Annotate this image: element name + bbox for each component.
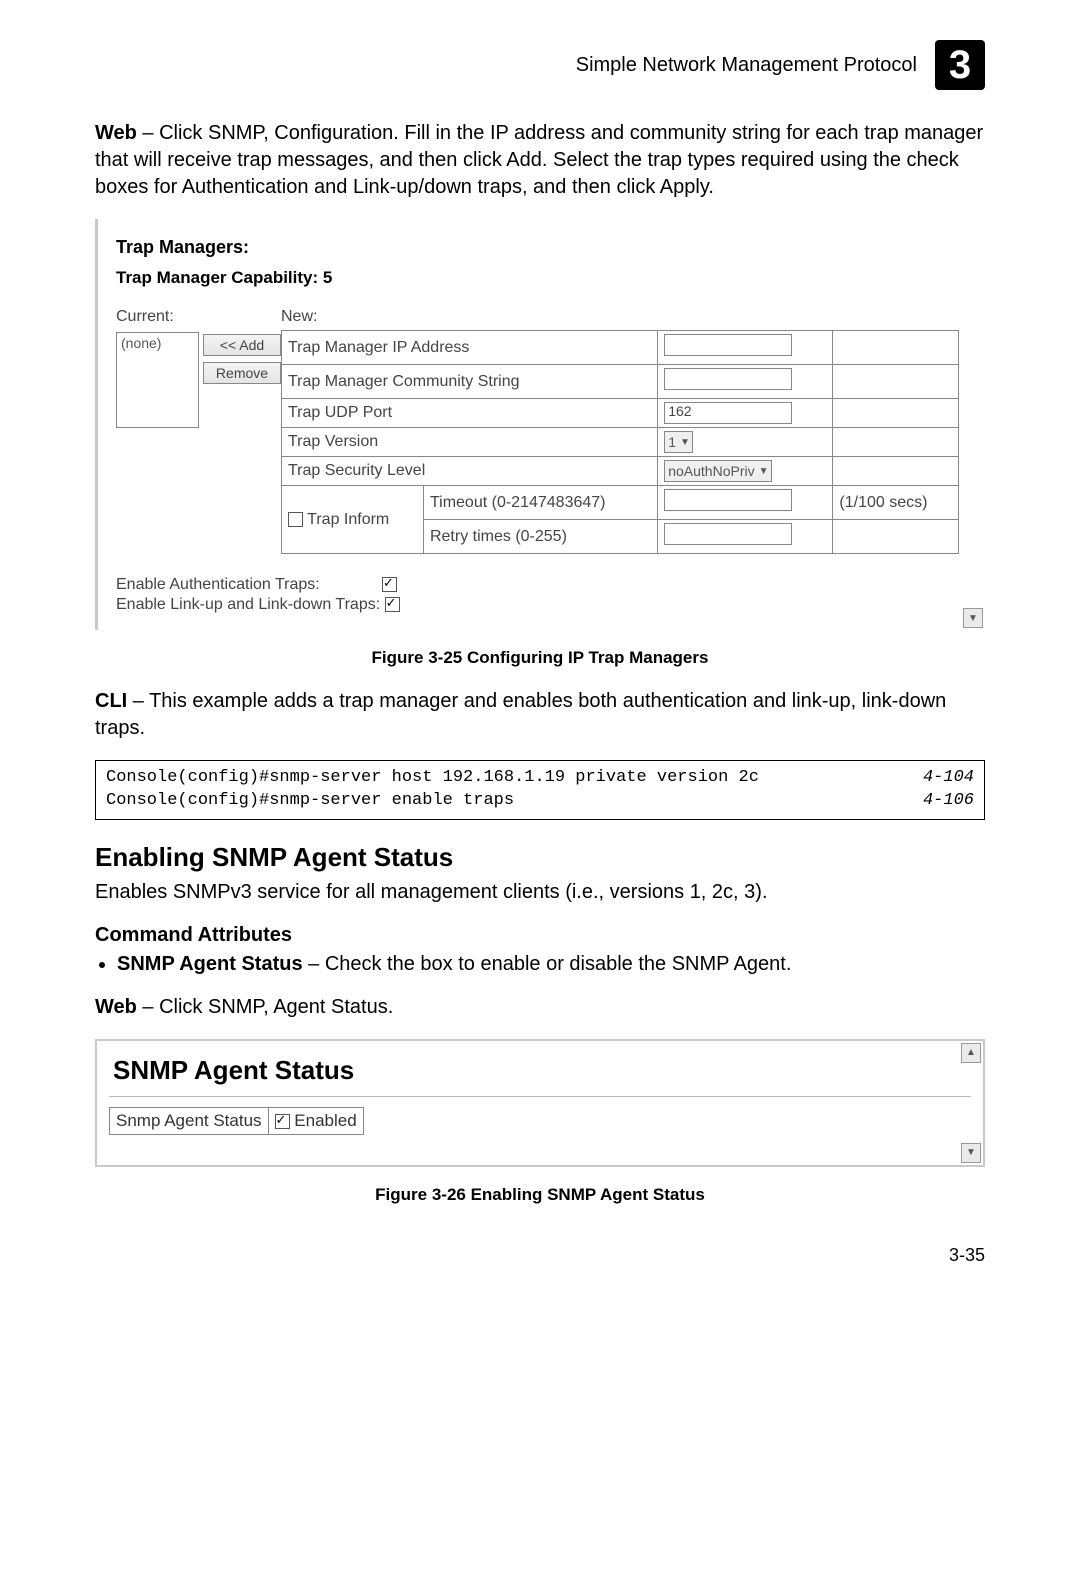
trap-managers-title: Trap Managers:: [116, 237, 959, 258]
current-listbox[interactable]: (none): [116, 332, 199, 428]
agent-status-screenshot: ▲ SNMP Agent Status Snmp Agent Status En…: [95, 1039, 985, 1167]
enable-auth-row: Enable Authentication Traps:: [116, 576, 959, 594]
timeout-input[interactable]: [664, 489, 792, 511]
enable-auth-checkbox[interactable]: [382, 577, 397, 592]
agent-status-label: Snmp Agent Status: [110, 1107, 269, 1134]
cli-example: Console(config)#snmp-server host 192.168…: [95, 760, 985, 820]
intro-lead: Web: [95, 122, 137, 144]
attr-bullet: SNMP Agent Status – Check the box to ena…: [117, 953, 985, 976]
scroll-down-icon[interactable]: ▼: [963, 608, 983, 628]
enable-link-row: Enable Link-up and Link-down Traps:: [116, 596, 959, 614]
scroll-up-icon[interactable]: ▲: [961, 1043, 981, 1063]
agent-status-checkbox[interactable]: [275, 1114, 290, 1129]
ip-input[interactable]: [664, 334, 792, 356]
trap-form: Trap Manager IP Address Trap Manager Com…: [281, 330, 959, 554]
cli-rest: – This example adds a trap manager and e…: [95, 690, 946, 739]
agent-status-table: Snmp Agent Status Enabled: [109, 1107, 364, 1135]
cli-line-2: Console(config)#snmp-server enable traps: [106, 790, 514, 813]
enable-link-checkbox[interactable]: [385, 597, 400, 612]
new-label: New:: [281, 308, 959, 326]
cli-ref-1: 4-104: [923, 767, 974, 790]
row-version-label: Trap Version: [282, 428, 658, 457]
add-button[interactable]: << Add: [203, 334, 281, 356]
row-ip-label: Trap Manager IP Address: [282, 331, 658, 365]
agent-status-value-cell: Enabled: [268, 1107, 363, 1134]
page-header: Simple Network Management Protocol 3: [95, 40, 985, 90]
figure-3-25-caption: Figure 3-25 Configuring IP Trap Managers: [95, 648, 985, 668]
trap-managers-screenshot: Trap Managers: Trap Manager Capability: …: [95, 219, 985, 630]
web-instruction: Web – Click SNMP, Agent Status.: [95, 994, 985, 1021]
intro-rest: – Click SNMP, Configuration. Fill in the…: [95, 122, 983, 198]
agent-status-title: SNMP Agent Status: [113, 1055, 971, 1086]
trap-inform-checkbox[interactable]: [288, 512, 303, 527]
udp-input[interactable]: 162: [664, 402, 792, 424]
security-select[interactable]: noAuthNoPriv▼: [664, 460, 771, 482]
cli-ref-2: 4-106: [923, 790, 974, 813]
divider: [109, 1096, 971, 1097]
row-timeout-unit: (1/100 secs): [833, 486, 959, 520]
section-desc: Enables SNMPv3 service for all managemen…: [95, 879, 985, 906]
scroll-down-icon[interactable]: ▼: [961, 1143, 981, 1163]
chapter-badge: 3: [935, 40, 985, 90]
row-security-label: Trap Security Level: [282, 457, 658, 486]
row-community-label: Trap Manager Community String: [282, 365, 658, 399]
row-retry-label: Retry times (0-255): [423, 520, 657, 554]
command-attributes-list: SNMP Agent Status – Check the box to ena…: [95, 953, 985, 976]
community-input[interactable]: [664, 368, 792, 390]
chevron-down-icon: ▼: [759, 466, 769, 477]
row-udp-label: Trap UDP Port: [282, 399, 658, 428]
command-attributes-heading: Command Attributes: [95, 924, 985, 947]
row-inform-label: Trap Inform: [282, 486, 424, 554]
cli-lead: CLI: [95, 690, 127, 712]
row-timeout-label: Timeout (0-2147483647): [423, 486, 657, 520]
section-title: Enabling SNMP Agent Status: [95, 842, 985, 873]
intro-paragraph: Web – Click SNMP, Configuration. Fill in…: [95, 120, 985, 201]
retry-input[interactable]: [664, 523, 792, 545]
cli-line-1: Console(config)#snmp-server host 192.168…: [106, 767, 759, 790]
page-number: 3-35: [95, 1245, 985, 1266]
remove-button[interactable]: Remove: [203, 362, 281, 384]
header-title: Simple Network Management Protocol: [576, 54, 917, 77]
cli-intro: CLI – This example adds a trap manager a…: [95, 688, 985, 742]
trap-capability: Trap Manager Capability: 5: [116, 268, 959, 288]
figure-3-26-caption: Figure 3-26 Enabling SNMP Agent Status: [95, 1185, 985, 1205]
version-select[interactable]: 1▼: [664, 431, 693, 453]
chevron-down-icon: ▼: [680, 437, 690, 448]
current-label: Current:: [116, 308, 281, 326]
